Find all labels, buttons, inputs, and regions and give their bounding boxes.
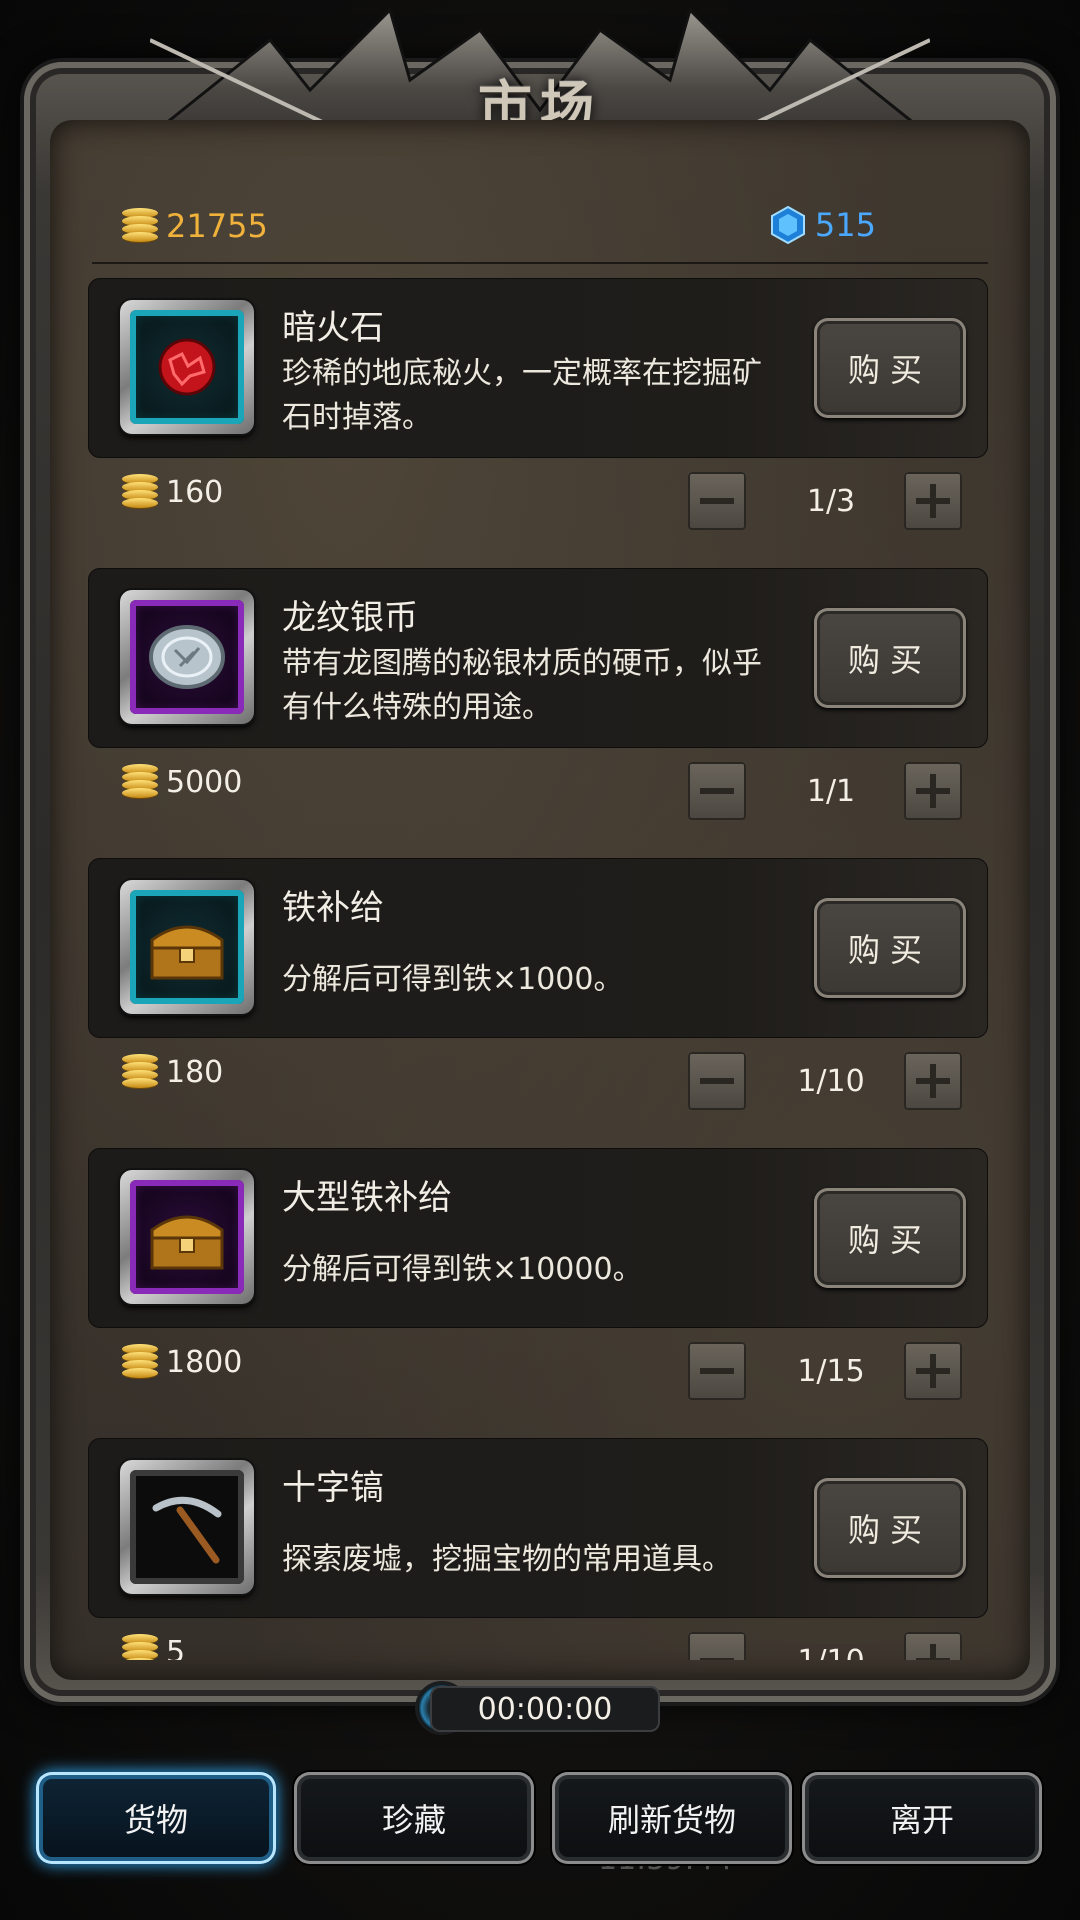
item-price: 180 — [122, 1052, 223, 1092]
price-value: 180 — [166, 1054, 224, 1090]
quantity-value: 1/15 — [797, 1353, 865, 1389]
item-name: 暗火石 — [282, 308, 384, 348]
item-description: 分解后可得到铁×10000。 — [282, 1252, 643, 1287]
price-value: 5 — [166, 1634, 186, 1661]
gold-coin-icon — [122, 206, 158, 246]
tab-treasures[interactable]: 珍藏 — [294, 1772, 534, 1864]
increase-quantity-button[interactable] — [904, 1052, 962, 1110]
item-card: 铁补给 分解后可得到铁×1000。 购买 — [88, 858, 988, 1038]
blue-gem-icon — [770, 206, 805, 244]
chest-icon — [150, 1215, 224, 1270]
list-item: 十字镐 探索废墟，挖掘宝物的常用道具。 购买 5 1/10 — [88, 1438, 988, 1660]
decrease-quantity-button[interactable] — [688, 762, 746, 820]
gem-amount: 515 — [814, 206, 876, 244]
tab-refresh-goods[interactable]: 刷新货物 — [552, 1772, 792, 1864]
buy-button[interactable]: 购买 — [814, 1478, 966, 1578]
red-ore-icon — [158, 338, 216, 396]
decrease-quantity-button[interactable] — [688, 1342, 746, 1400]
gold-amount: 21755 — [166, 207, 268, 245]
price-value: 5000 — [166, 764, 243, 800]
decrease-quantity-button[interactable] — [688, 1632, 746, 1660]
increase-quantity-button[interactable] — [904, 472, 962, 530]
quantity-value: 1/10 — [797, 1063, 865, 1099]
buy-button[interactable]: 购买 — [814, 318, 966, 418]
item-description: 探索废墟，挖掘宝物的常用道具。 — [282, 1542, 732, 1577]
item-icon-frame[interactable] — [120, 880, 254, 1014]
item-icon-frame[interactable] — [120, 300, 254, 434]
increase-quantity-button[interactable] — [904, 1342, 962, 1400]
item-name: 大型铁补给 — [282, 1178, 452, 1218]
quantity-value: 1/3 — [806, 483, 856, 519]
item-card: 龙纹银币 带有龙图腾的秘银材质的硬币，似乎有什么特殊的用途。 购买 — [88, 568, 988, 748]
buy-button[interactable]: 购买 — [814, 898, 966, 998]
item-card: 大型铁补给 分解后可得到铁×10000。 购买 — [88, 1148, 988, 1328]
gold-coin-icon — [122, 1342, 158, 1382]
item-price: 160 — [122, 472, 223, 512]
item-name: 铁补给 — [282, 888, 384, 928]
item-description: 分解后可得到铁×1000。 — [282, 962, 624, 997]
item-description: 带有龙图腾的秘银材质的硬币，似乎有什么特殊的用途。 — [282, 646, 762, 725]
refresh-timer: 00:00:00 — [430, 1686, 660, 1732]
pickaxe-icon — [152, 1496, 222, 1564]
tab-leave[interactable]: 离开 — [802, 1772, 1042, 1864]
tab-goods[interactable]: 货物 — [36, 1772, 276, 1864]
item-name: 十字镐 — [282, 1468, 384, 1508]
item-price: 5 — [122, 1632, 185, 1660]
chest-icon — [150, 925, 224, 980]
gold-coin-icon — [122, 1052, 158, 1092]
item-icon-frame[interactable] — [120, 1170, 254, 1304]
list-item: 铁补给 分解后可得到铁×1000。 购买 180 1/10 — [88, 858, 988, 1148]
quantity-value: 1/10 — [766, 1632, 896, 1661]
item-name: 龙纹银币 — [282, 598, 418, 638]
silver-coin-icon — [149, 625, 225, 689]
item-card: 十字镐 探索废墟，挖掘宝物的常用道具。 购买 — [88, 1438, 988, 1618]
list-item: 龙纹银币 带有龙图腾的秘银材质的硬币，似乎有什么特殊的用途。 购买 5000 1… — [88, 568, 988, 858]
gold-balance: 21755 — [122, 206, 268, 246]
price-value: 160 — [166, 474, 224, 510]
item-icon-frame[interactable] — [120, 1460, 254, 1594]
gold-coin-icon — [122, 472, 158, 512]
quantity-value: 1/1 — [806, 773, 856, 809]
decrease-quantity-button[interactable] — [688, 1052, 746, 1110]
increase-quantity-button[interactable] — [904, 762, 962, 820]
buy-button[interactable]: 购买 — [814, 1188, 966, 1288]
price-value: 1800 — [166, 1344, 243, 1380]
item-price: 1800 — [122, 1342, 242, 1382]
buy-button[interactable]: 购买 — [814, 608, 966, 708]
decrease-quantity-button[interactable] — [688, 472, 746, 530]
currency-bar: 21755 515 — [92, 196, 988, 264]
gold-coin-icon — [122, 1632, 158, 1660]
increase-quantity-button[interactable] — [904, 1632, 962, 1660]
item-description: 珍稀的地底秘火，一定概率在挖掘矿石时掉落。 — [282, 356, 762, 435]
list-item: 大型铁补给 分解后可得到铁×10000。 购买 1800 1/15 — [88, 1148, 988, 1438]
item-icon-frame[interactable] — [120, 590, 254, 724]
gem-balance: 515 — [770, 206, 876, 244]
bottom-tab-bar: 货物 珍藏 刷新货物 离开 — [36, 1772, 1046, 1868]
item-price: 5000 — [122, 762, 242, 802]
item-list[interactable]: 暗火石 珍稀的地底秘火，一定概率在挖掘矿石时掉落。 购买 160 1/3 龙纹银… — [88, 278, 988, 1660]
list-item: 暗火石 珍稀的地底秘火，一定概率在挖掘矿石时掉落。 购买 160 1/3 — [88, 278, 988, 568]
item-card: 暗火石 珍稀的地底秘火，一定概率在挖掘矿石时掉落。 购买 — [88, 278, 988, 458]
gold-coin-icon — [122, 762, 158, 802]
